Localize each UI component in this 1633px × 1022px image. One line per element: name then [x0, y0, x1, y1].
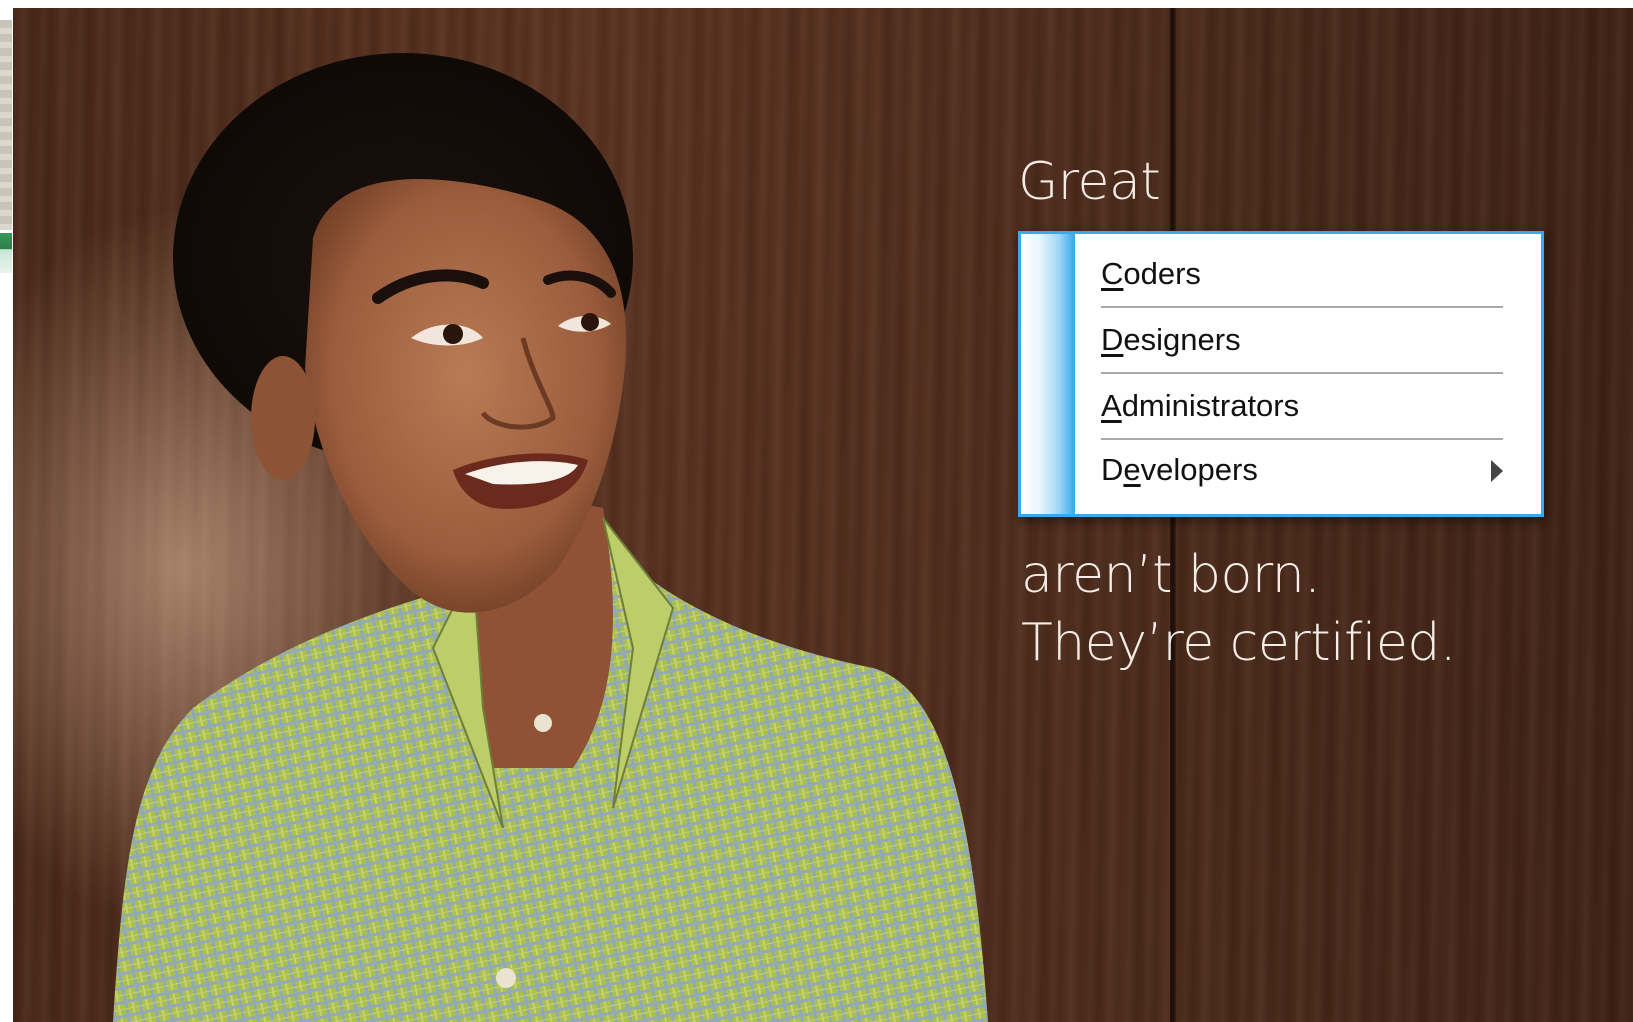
menu-item-developers[interactable]: Developers [1101, 438, 1503, 502]
headline-arent-born: aren’t born. [1021, 545, 1321, 605]
adjacent-page-green-band [0, 233, 12, 273]
adjacent-page-photo [0, 20, 12, 230]
headline-great: Great [1018, 152, 1161, 212]
headline-certified: They’re certified. [1021, 613, 1456, 673]
advertisement: Great Coders Designers Administrators De… [13, 8, 1633, 1022]
context-menu: Coders Designers Administrators Develope… [1018, 231, 1544, 517]
menu-gutter [1021, 234, 1075, 514]
menu-item-administrators[interactable]: Administrators [1101, 374, 1503, 440]
menu-item-coders[interactable]: Coders [1101, 242, 1503, 308]
chevron-right-icon [1491, 460, 1503, 482]
adjacent-page-edge [0, 8, 13, 1022]
menu-item-designers[interactable]: Designers [1101, 308, 1503, 374]
